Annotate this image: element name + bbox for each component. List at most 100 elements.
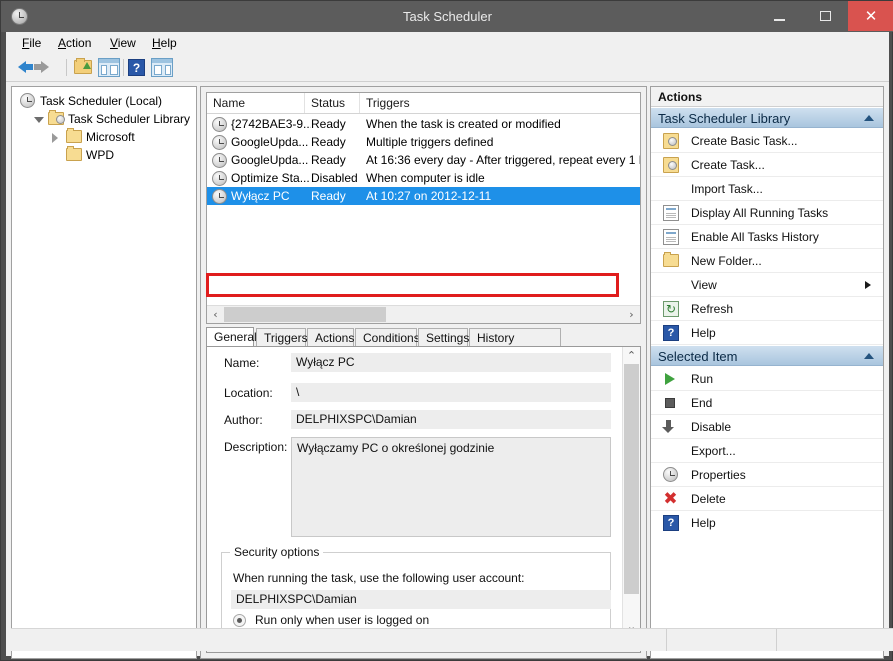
account-value: DELPHIXSPC\Damian <box>231 590 611 609</box>
cell-name: {2742BAE3-9... <box>231 117 311 131</box>
action-label: Help <box>691 516 716 530</box>
maximize-button[interactable] <box>803 1 848 31</box>
tree-label: Microsoft <box>86 130 135 144</box>
column-header-triggers[interactable]: Triggers <box>360 93 640 113</box>
minimize-button[interactable] <box>757 1 802 31</box>
location-label: Location: <box>224 386 273 400</box>
action-help-selected[interactable]: ? Help <box>651 511 883 535</box>
column-header-name[interactable]: Name <box>207 93 305 113</box>
toolbar-separator-1 <box>66 59 67 76</box>
tree-item-task-scheduler-local[interactable]: Task Scheduler (Local) <box>20 92 162 110</box>
cell-name: GoogleUpda... <box>231 135 309 149</box>
menu-action[interactable]: Action <box>50 35 99 52</box>
tree-item-microsoft[interactable]: Microsoft <box>20 128 135 146</box>
author-field: DELPHIXSPC\Damian <box>291 410 611 429</box>
action-label: Import Task... <box>691 182 763 196</box>
actions-pane: Actions Task Scheduler Library Create Ba… <box>650 86 884 659</box>
action-properties[interactable]: Properties <box>651 463 883 487</box>
tab-general[interactable]: General <box>206 327 257 347</box>
chevron-up-icon[interactable] <box>864 353 874 359</box>
task-list-header: Name Status Triggers <box>207 93 640 114</box>
task-clock-icon <box>212 171 227 186</box>
action-import-task[interactable]: Import Task... <box>651 177 883 201</box>
action-export[interactable]: Export... <box>651 439 883 463</box>
action-disable[interactable]: Disable <box>651 415 883 439</box>
action-create-basic-task[interactable]: Create Basic Task... <box>651 129 883 153</box>
action-help-library[interactable]: ? Help <box>651 321 883 345</box>
tab-settings[interactable]: Settings <box>418 328 469 347</box>
cell-name: GoogleUpda... <box>231 153 309 167</box>
action-label: Help <box>691 326 716 340</box>
action-label: Refresh <box>691 302 734 316</box>
help-icon: ? <box>663 325 679 341</box>
actions-section-selected-item[interactable]: Selected Item <box>651 345 883 366</box>
task-clock-icon <box>212 153 227 168</box>
actions-section-library[interactable]: Task Scheduler Library <box>651 107 883 128</box>
location-field: \ <box>291 383 611 402</box>
table-row[interactable]: {2742BAE3-9... Ready When the task is cr… <box>207 115 640 133</box>
scrollbar-thumb[interactable] <box>624 364 639 594</box>
tree-label: Task Scheduler (Local) <box>40 94 163 108</box>
action-end[interactable]: End <box>651 391 883 415</box>
column-header-status[interactable]: Status <box>305 93 360 113</box>
panel-cell-left <box>101 65 107 75</box>
menu-bar: File Action View Help <box>6 32 889 55</box>
detail-tabs: General Triggers Actions Conditions Sett… <box>206 327 641 363</box>
tab-conditions[interactable]: Conditions <box>355 328 420 347</box>
action-view[interactable]: View <box>651 273 883 297</box>
detail-vertical-scrollbar[interactable]: ⌃ ⌄ <box>622 347 640 635</box>
table-row[interactable]: Optimize Sta... Disabled When computer i… <box>207 169 640 187</box>
panel-cell-left-2 <box>154 65 162 75</box>
action-label: Create Basic Task... <box>691 134 798 148</box>
task-list: Name Status Triggers {2742BAE3-9... Read… <box>206 92 641 324</box>
menu-file[interactable]: File <box>14 35 49 52</box>
chevron-right-icon[interactable] <box>52 133 58 143</box>
close-button[interactable]: ✕ <box>848 1 893 31</box>
scroll-up-icon[interactable]: ⌃ <box>623 347 640 364</box>
description-field[interactable]: Wyłączamy PC o określonej godzinie <box>291 437 611 537</box>
menu-view[interactable]: View <box>102 35 144 52</box>
author-label: Author: <box>224 413 263 427</box>
folder-new-icon[interactable] <box>74 58 92 74</box>
title-bar: Task Scheduler ✕ <box>1 1 893 32</box>
action-label: New Folder... <box>691 254 762 268</box>
horizontal-scrollbar[interactable]: ‹ › <box>207 305 640 323</box>
tree-item-wpd[interactable]: WPD <box>20 146 114 164</box>
tab-triggers[interactable]: Triggers <box>256 328 308 347</box>
chevron-up-icon[interactable] <box>864 115 874 121</box>
folder-clock-icon <box>48 110 65 125</box>
tree-item-task-scheduler-library[interactable]: Task Scheduler Library <box>20 110 190 128</box>
panel-bar <box>99 59 119 63</box>
minimize-icon <box>774 19 785 21</box>
cell-triggers: Multiple triggers defined <box>366 135 494 149</box>
tab-actions[interactable]: Actions <box>307 328 354 347</box>
menu-help[interactable]: Help <box>144 35 185 52</box>
close-icon: ✕ <box>864 6 878 25</box>
toolbar: ? <box>6 54 889 82</box>
scroll-right-icon[interactable]: › <box>623 306 640 323</box>
action-delete[interactable]: ✖ Delete <box>651 487 883 511</box>
name-field[interactable]: Wyłącz PC <box>291 353 611 372</box>
scroll-left-icon[interactable]: ‹ <box>207 306 224 323</box>
refresh-icon: ↻ <box>663 301 679 317</box>
tab-history[interactable]: History (disabled) <box>469 328 561 363</box>
scrollbar-thumb[interactable] <box>224 307 386 322</box>
help-icon[interactable]: ? <box>128 59 145 76</box>
action-create-task[interactable]: Create Task... <box>651 153 883 177</box>
show-hide-action-pane-icon[interactable] <box>151 58 173 77</box>
show-hide-console-tree-icon[interactable] <box>98 58 120 77</box>
table-row-selected[interactable]: Wyłącz PC Ready At 10:27 on 2012-12-11 <box>207 187 640 205</box>
chevron-down-icon[interactable] <box>34 117 44 123</box>
action-new-folder[interactable]: New Folder... <box>651 249 883 273</box>
back-arrow-icon[interactable] <box>18 61 33 73</box>
action-enable-all-tasks-history[interactable]: Enable All Tasks History <box>651 225 883 249</box>
action-display-all-running-tasks[interactable]: Display All Running Tasks <box>651 201 883 225</box>
table-row[interactable]: GoogleUpda... Ready At 16:36 every day -… <box>207 151 640 169</box>
status-segment-2 <box>776 629 890 651</box>
radio-run-only-logged-on[interactable] <box>233 614 246 627</box>
action-refresh[interactable]: ↻ Refresh <box>651 297 883 321</box>
forward-arrow-icon[interactable] <box>34 61 49 73</box>
table-row[interactable]: GoogleUpda... Ready Multiple triggers de… <box>207 133 640 151</box>
folder-icon <box>66 128 82 143</box>
action-run[interactable]: Run <box>651 367 883 391</box>
